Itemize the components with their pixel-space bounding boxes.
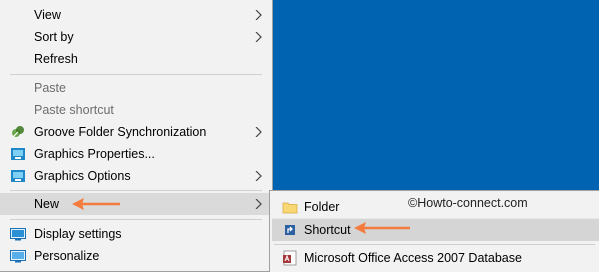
menu-item-new[interactable]: New	[0, 193, 272, 215]
submenu-item-label: Shortcut	[304, 223, 351, 237]
menu-item-label: Graphics Properties...	[34, 147, 155, 161]
menu-item-sort-by[interactable]: Sort by	[0, 26, 272, 48]
menu-item-label: Graphics Options	[34, 169, 131, 183]
menu-item-personalize[interactable]: Personalize	[0, 245, 272, 267]
display-icon	[10, 228, 26, 241]
submenu-item-label: Microsoft Office Access 2007 Database	[304, 251, 522, 265]
menu-separator	[274, 244, 595, 245]
menu-item-graphics-properties[interactable]: Graphics Properties...	[0, 143, 272, 165]
menu-item-label: Personalize	[34, 249, 100, 263]
chevron-right-icon	[255, 171, 262, 181]
groove-sync-icon	[12, 126, 24, 138]
menu-item-label: Groove Folder Synchronization	[34, 125, 207, 139]
menu-item-view[interactable]: View	[0, 4, 272, 26]
menu-item-paste-shortcut: Paste shortcut	[0, 99, 272, 121]
menu-item-label: Sort by	[34, 30, 74, 44]
menu-item-label: View	[34, 8, 61, 22]
menu-item-refresh[interactable]: Refresh	[0, 48, 272, 70]
watermark-text: ©Howto-connect.com	[408, 196, 528, 210]
menu-item-label: Display settings	[34, 227, 122, 241]
submenu-item-label: Folder	[304, 200, 340, 214]
folder-icon	[282, 202, 298, 214]
intel-graphics-icon	[11, 148, 25, 160]
menu-item-label: Refresh	[34, 52, 78, 66]
menu-item-display-settings[interactable]: Display settings	[0, 223, 272, 245]
personalize-icon	[10, 250, 26, 263]
chevron-right-icon	[255, 10, 262, 20]
menu-separator	[10, 219, 262, 220]
chevron-right-icon	[255, 32, 262, 42]
menu-item-groove-sync[interactable]: Groove Folder Synchronization	[0, 121, 272, 143]
menu-item-paste: Paste	[0, 77, 272, 99]
annotation-arrow-icon	[72, 198, 120, 210]
menu-item-label: Paste	[34, 81, 66, 95]
menu-item-label: New	[34, 197, 60, 211]
chevron-right-icon	[255, 199, 262, 209]
menu-item-graphics-options[interactable]: Graphics Options	[0, 165, 272, 187]
menu-item-label: Paste shortcut	[34, 103, 114, 117]
menu-separator	[10, 190, 262, 191]
submenu-item-access-database[interactable]: Microsoft Office Access 2007 Database	[272, 247, 599, 269]
chevron-right-icon	[255, 127, 262, 137]
access-database-icon	[283, 250, 297, 266]
annotation-arrow-icon	[354, 222, 410, 234]
submenu-item-shortcut[interactable]: Shortcut	[272, 218, 599, 241]
shortcut-arrow-icon	[285, 225, 295, 235]
desktop-context-menu: View Sort by Refresh Paste Paste shortcu…	[0, 0, 273, 272]
menu-separator	[10, 74, 262, 75]
intel-graphics-icon	[11, 170, 25, 182]
